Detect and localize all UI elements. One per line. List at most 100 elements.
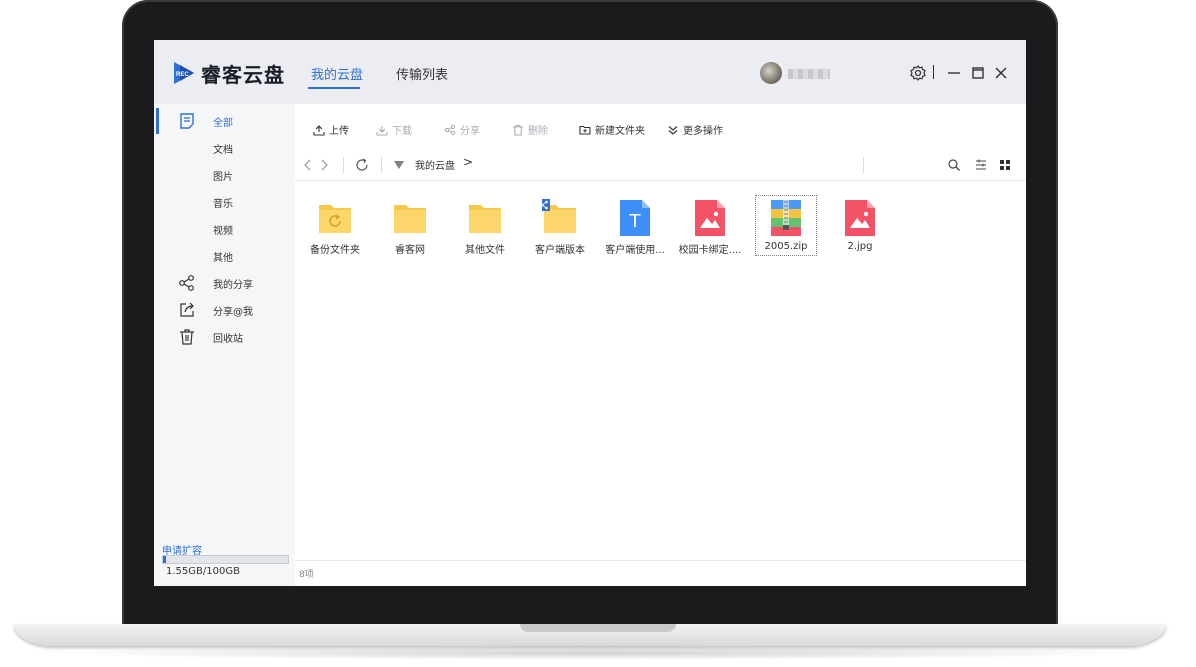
sort-icon[interactable] xyxy=(974,158,988,172)
item-count: 8项 xyxy=(299,570,314,580)
file-item-folder[interactable]: 其他文件 xyxy=(455,196,515,256)
file-name: 其他文件 xyxy=(465,245,505,256)
file-name: 校园卡绑定.... xyxy=(678,245,742,256)
app-logo-icon: REC xyxy=(174,62,194,84)
sidebar-item-label: 分享@我 xyxy=(213,307,253,318)
new-folder-icon xyxy=(579,125,591,135)
refresh-icon[interactable] xyxy=(355,158,369,172)
sidebar-item-trash[interactable]: 回收站 xyxy=(154,324,295,350)
new-folder-label: 新建文件夹 xyxy=(595,126,645,137)
sidebar-item-label: 全部 xyxy=(213,118,233,129)
status-bar: 8项 xyxy=(295,560,1026,586)
sidebar-item-label: 音乐 xyxy=(213,199,233,210)
file-name: 睿客网 xyxy=(395,245,425,256)
sidebar-item-all[interactable]: 全部 xyxy=(154,108,295,134)
nav-divider xyxy=(863,157,864,173)
nav-divider xyxy=(343,157,344,173)
app-window: REC 睿客云盘 我的云盘 传输列表 全部 文档 图片 音乐 视频 其他 我的分… xyxy=(154,40,1026,586)
tab-transfer-list[interactable]: 传输列表 xyxy=(396,64,448,83)
more-actions-button[interactable]: 更多操作 xyxy=(667,122,723,137)
zip-file-icon xyxy=(771,200,801,236)
laptop-shadow xyxy=(40,646,1150,660)
sidebar-item-my-shares[interactable]: 我的分享 xyxy=(154,270,295,296)
nav-divider xyxy=(381,157,382,173)
share-icon xyxy=(444,124,456,135)
share-button[interactable]: 分享 xyxy=(444,122,480,137)
search-icon[interactable] xyxy=(947,158,961,172)
sidebar-item-label: 文档 xyxy=(213,145,233,156)
image-file-icon xyxy=(845,200,875,236)
storage-quota-fill xyxy=(163,556,166,563)
triangle-down-icon[interactable] xyxy=(392,158,406,172)
sidebar-item-images[interactable]: 图片 xyxy=(154,162,295,188)
shared-folder-icon xyxy=(542,199,576,233)
avatar[interactable] xyxy=(760,62,782,84)
sidebar-item-other[interactable]: 其他 xyxy=(154,243,295,269)
file-item-image[interactable]: 校园卡绑定.... xyxy=(679,196,741,256)
sidebar-item-docs[interactable]: 文档 xyxy=(154,135,295,161)
folder-icon xyxy=(469,205,501,233)
share-icon xyxy=(179,275,194,291)
forward-icon[interactable] xyxy=(317,158,331,172)
file-name: 客户端版本 xyxy=(535,245,585,256)
active-indicator xyxy=(156,108,159,134)
svg-text:T: T xyxy=(629,211,642,232)
image-file-icon xyxy=(695,200,725,236)
back-icon[interactable] xyxy=(301,158,315,172)
download-label: 下载 xyxy=(392,126,412,137)
new-folder-button[interactable]: 新建文件夹 xyxy=(579,122,645,137)
sidebar-item-label: 图片 xyxy=(213,172,233,183)
backup-folder-icon xyxy=(319,205,351,233)
minimize-icon[interactable] xyxy=(945,64,963,82)
file-item-image[interactable]: 2.jpg xyxy=(830,196,890,256)
download-icon xyxy=(376,125,388,136)
file-item-backup-folder[interactable]: 备份文件夹 xyxy=(305,196,365,256)
file-item-text[interactable]: T 客户端使用... xyxy=(605,196,665,256)
title-bar: REC 睿客云盘 我的云盘 传输列表 xyxy=(154,40,1026,104)
sidebar-item-label: 我的分享 xyxy=(213,280,253,291)
file-name: 2.jpg xyxy=(847,241,873,252)
file-item-shared-folder[interactable]: 客户端版本 xyxy=(530,196,590,256)
sidebar-item-videos[interactable]: 视频 xyxy=(154,216,295,242)
close-icon[interactable] xyxy=(992,64,1010,82)
header-divider xyxy=(933,65,934,79)
storage-quota-text: 1.55GB/100GB xyxy=(166,566,240,577)
toolbar: 上传 下载 分享 删除 新建文件夹 更多操作 xyxy=(295,104,1026,150)
upload-label: 上传 xyxy=(329,126,349,137)
storage-quota-bar xyxy=(162,555,289,564)
folder-icon xyxy=(394,205,426,233)
grid-view-icon[interactable] xyxy=(998,158,1012,172)
sidebar-item-music[interactable]: 音乐 xyxy=(154,189,295,215)
laptop-notch xyxy=(520,624,676,632)
file-name: 备份文件夹 xyxy=(310,245,360,256)
file-grid: 备份文件夹 睿客网 其他文件 客户端版本 T 客户端使用... 校园卡绑定...… xyxy=(295,190,1026,270)
delete-button[interactable]: 删除 xyxy=(512,122,548,137)
sidebar: 全部 文档 图片 音乐 视频 其他 我的分享 分享@我 回收站 申请扩容 1.5… xyxy=(154,104,295,586)
app-name: 睿客云盘 xyxy=(201,63,285,87)
share-label: 分享 xyxy=(460,126,480,137)
delete-label: 删除 xyxy=(528,126,548,137)
file-name: 客户端使用... xyxy=(605,245,665,256)
tab-my-cloud[interactable]: 我的云盘 xyxy=(311,64,363,83)
sidebar-item-shared-to-me[interactable]: 分享@我 xyxy=(154,297,295,323)
text-file-icon: T xyxy=(620,200,650,236)
maximize-icon[interactable] xyxy=(969,64,987,82)
double-chevron-down-icon xyxy=(668,125,678,135)
path-bar: 我的云盘 > xyxy=(295,150,1026,181)
upload-button[interactable]: 上传 xyxy=(313,122,349,137)
active-tab-indicator xyxy=(308,87,360,89)
settings-icon[interactable] xyxy=(909,64,927,82)
trash-icon xyxy=(180,329,194,345)
breadcrumb-root[interactable]: 我的云盘 xyxy=(415,157,455,172)
download-button[interactable]: 下载 xyxy=(376,122,412,137)
document-icon xyxy=(180,113,194,129)
file-item-zip[interactable]: 2005.zip xyxy=(755,195,817,256)
file-item-folder[interactable]: 睿客网 xyxy=(380,196,440,256)
file-name: 2005.zip xyxy=(764,241,808,252)
breadcrumb-separator: > xyxy=(463,155,474,169)
upload-icon xyxy=(313,124,325,136)
sidebar-item-label: 回收站 xyxy=(213,334,243,345)
more-actions-label: 更多操作 xyxy=(683,126,723,137)
delete-icon xyxy=(513,124,523,136)
svg-text:REC: REC xyxy=(176,72,189,78)
